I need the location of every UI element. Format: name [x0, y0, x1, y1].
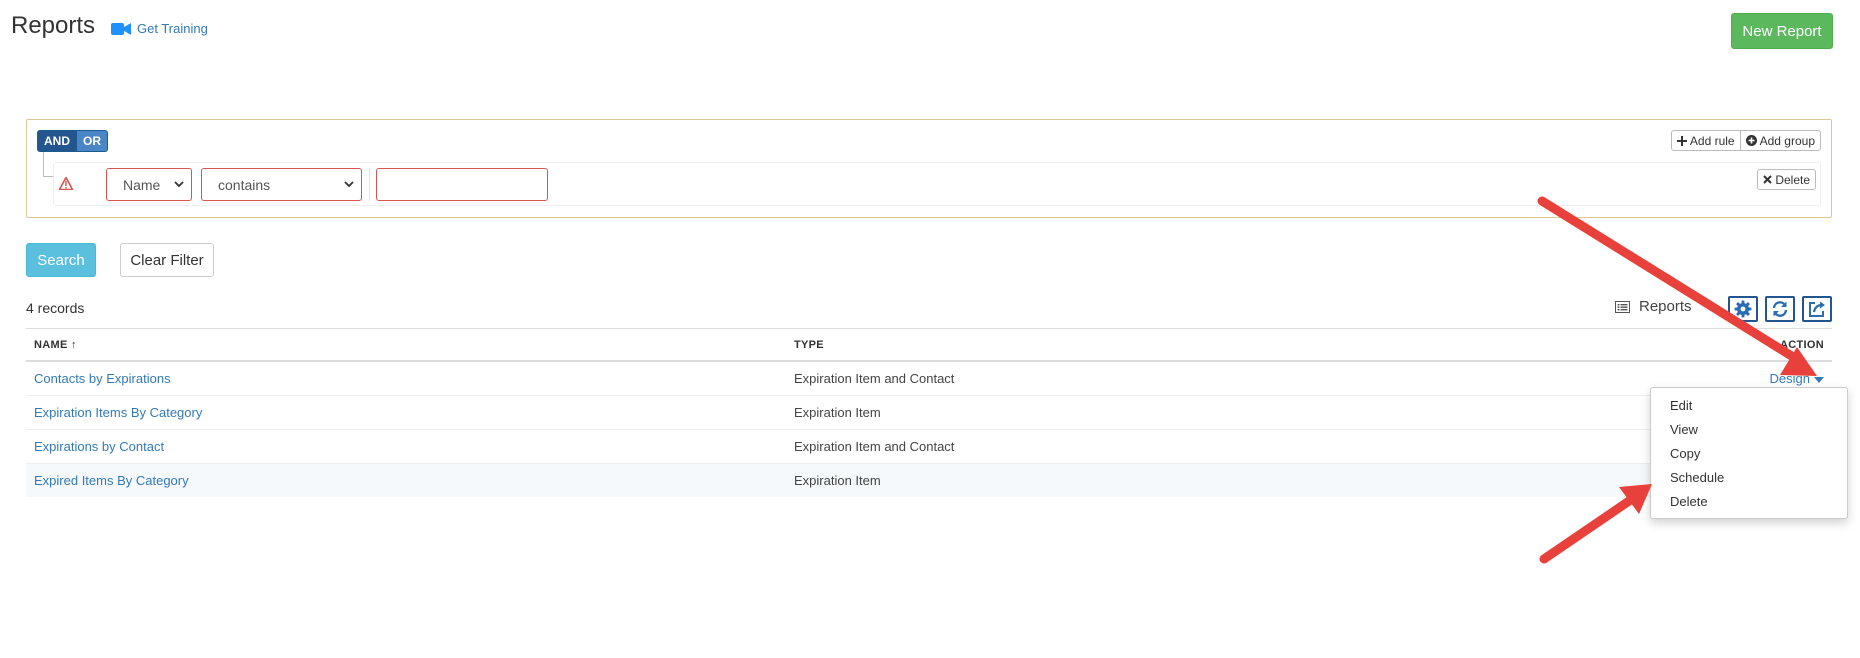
chevron-down-icon — [344, 181, 354, 188]
dropdown-caret-icon[interactable] — [1814, 376, 1824, 383]
refresh-icon — [1772, 301, 1788, 317]
field-select[interactable]: Name — [106, 168, 192, 201]
menu-item-copy[interactable]: Copy — [1651, 442, 1847, 466]
page-title: Reports — [11, 12, 96, 39]
and-button[interactable]: AND — [37, 130, 77, 152]
get-training-label: Get Training — [137, 21, 208, 36]
list-icon — [1615, 300, 1630, 313]
add-group-button[interactable]: Add group — [1740, 130, 1821, 151]
search-button[interactable]: Search — [26, 243, 96, 277]
export-button[interactable] — [1802, 296, 1832, 322]
column-header-name[interactable]: NAME ↑ — [26, 328, 786, 362]
refresh-button[interactable] — [1765, 296, 1795, 322]
gear-icon — [1734, 300, 1752, 318]
report-name-link[interactable]: Expiration Items By Category — [34, 405, 202, 420]
or-button[interactable]: OR — [77, 130, 108, 152]
report-name-link[interactable]: Expirations by Contact — [34, 439, 164, 454]
delete-rule-label: Delete — [1775, 172, 1810, 187]
column-header-type[interactable]: TYPE — [786, 328, 1534, 362]
report-type: Expiration Item and Contact — [786, 429, 1534, 464]
design-link[interactable]: Design — [1770, 371, 1810, 386]
warning-icon — [59, 177, 73, 190]
menu-item-edit[interactable]: Edit — [1651, 394, 1847, 418]
get-training-link[interactable]: Get Training — [111, 21, 208, 36]
rule-separator — [369, 168, 370, 201]
new-report-button[interactable]: New Report — [1731, 13, 1833, 49]
table-header-row: NAME ↑ TYPE ACTION — [26, 328, 1832, 362]
report-type: Expiration Item and Contact — [786, 360, 1534, 396]
table-row: Expirations by Contact Expiration Item a… — [26, 429, 1832, 464]
group-actions: Add rule Add group — [1670, 130, 1821, 151]
menu-item-delete[interactable]: Delete — [1651, 490, 1847, 514]
table-row: Expired Items By Category Expiration Ite… — [26, 463, 1832, 497]
chevron-down-icon — [174, 181, 184, 188]
report-type: Expiration Item — [786, 395, 1534, 430]
add-group-label: Add group — [1759, 133, 1815, 148]
filter-rule: Name contains Delete — [53, 162, 1821, 206]
menu-item-schedule[interactable]: Schedule — [1651, 466, 1847, 490]
add-rule-label: Add rule — [1689, 133, 1735, 148]
operator-select-value: contains — [218, 176, 271, 193]
column-header-action: ACTION — [1533, 328, 1832, 362]
clear-filter-button[interactable]: Clear Filter — [120, 243, 214, 277]
action-dropdown-menu: Edit View Copy Schedule Delete — [1650, 387, 1848, 519]
menu-item-view[interactable]: View — [1651, 418, 1847, 442]
reports-table: NAME ↑ TYPE ACTION Contacts by Expiratio… — [26, 328, 1832, 497]
plus-circle-icon — [1745, 135, 1757, 146]
view-selector-label: Reports — [1639, 298, 1692, 315]
table-row: Expiration Items By Category Expiration … — [26, 395, 1832, 430]
report-type: Expiration Item — [786, 463, 1534, 497]
plus-icon — [1676, 135, 1687, 146]
video-camera-icon — [111, 22, 131, 35]
add-rule-button[interactable]: Add rule — [1670, 130, 1741, 151]
condition-toggle: AND OR — [37, 130, 108, 152]
operator-select[interactable]: contains — [201, 168, 362, 201]
delete-rule-button[interactable]: Delete — [1757, 169, 1816, 190]
records-count: 4 records — [26, 300, 85, 316]
settings-button[interactable] — [1728, 296, 1758, 322]
report-name-link[interactable]: Contacts by Expirations — [34, 371, 171, 386]
table-row: Contacts by Expirations Expiration Item … — [26, 360, 1832, 396]
view-selector[interactable]: Reports — [1615, 298, 1692, 315]
close-icon — [1763, 175, 1773, 184]
field-select-value: Name — [123, 176, 161, 193]
query-builder: AND OR Add rule Add group Name contains — [26, 119, 1832, 218]
rule-value-input[interactable] — [376, 168, 548, 201]
share-icon — [1809, 301, 1825, 317]
report-name-link[interactable]: Expired Items By Category — [34, 473, 189, 488]
